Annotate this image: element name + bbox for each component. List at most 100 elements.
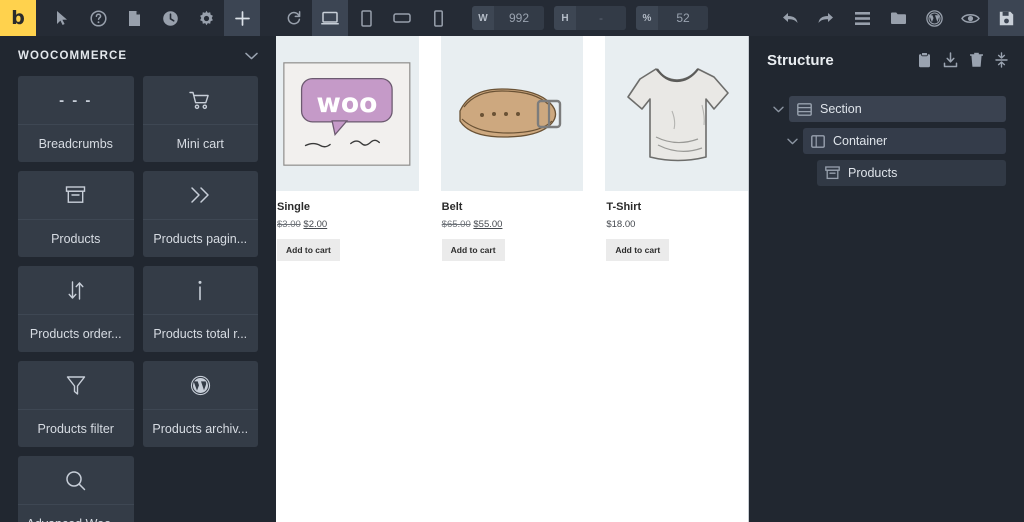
archive-box-icon bbox=[825, 166, 840, 180]
bricks-logo[interactable]: b bbox=[0, 0, 36, 36]
bricks-builder-app: b W 992 H - % 52 WOOCOMMERCE - - - Bread… bbox=[0, 0, 1024, 522]
product-price: $65.00 $55.00 bbox=[441, 219, 584, 230]
toolbar-divider bbox=[260, 0, 276, 36]
product-card[interactable]: Belt $65.00 $55.00 Add to cart bbox=[440, 36, 606, 261]
sidebar-item-products-ordering[interactable]: Products order... bbox=[18, 266, 134, 352]
add-to-cart-button[interactable]: Add to cart bbox=[277, 239, 340, 261]
wordpress-icon[interactable] bbox=[916, 0, 952, 36]
sidebar-item-label: Products bbox=[18, 219, 134, 257]
plus-icon[interactable] bbox=[224, 0, 260, 36]
device-tablet-portrait[interactable] bbox=[348, 0, 384, 36]
width-field-value[interactable]: 992 bbox=[494, 6, 544, 30]
tree-row: Products bbox=[795, 160, 1006, 186]
sidebar-item-advanced-woo-search[interactable]: Advanced Woo ... bbox=[18, 456, 134, 522]
sidebar-item-label: Mini cart bbox=[142, 124, 258, 162]
product-price-old: $3.00 bbox=[277, 219, 301, 230]
width-field[interactable]: W 992 bbox=[472, 6, 544, 30]
device-mobile[interactable] bbox=[420, 0, 456, 36]
product-price-new: $2.00 bbox=[303, 219, 328, 230]
cart-icon bbox=[143, 76, 259, 124]
sidebar-item-breadcrumbs[interactable]: - - - Breadcrumbs bbox=[18, 76, 134, 162]
zoom-field[interactable]: % 52 bbox=[636, 6, 708, 30]
elements-grid: - - - Breadcrumbs Mini cart Products Pro… bbox=[0, 76, 276, 522]
product-price-new: $55.00 bbox=[473, 219, 503, 230]
save-icon[interactable] bbox=[988, 0, 1024, 36]
products-element[interactable]: woo Single $3.00 $2.00 Add to cart Belt … bbox=[276, 36, 748, 261]
sidebar-item-products-pagination[interactable]: Products pagin... bbox=[142, 171, 259, 257]
funnel-icon bbox=[18, 361, 134, 409]
device-tablet-landscape[interactable] bbox=[384, 0, 420, 36]
add-to-cart-button[interactable]: Add to cart bbox=[606, 239, 670, 261]
product-price: $18.00 bbox=[605, 219, 748, 230]
toolbar-divider-2 bbox=[456, 0, 472, 36]
tree-item-label: Container bbox=[833, 134, 888, 148]
tree-item-container[interactable]: Container bbox=[803, 128, 1006, 154]
sidebar-item-products-archive[interactable]: Products archiv... bbox=[142, 361, 258, 447]
tree-row: Section bbox=[767, 96, 1006, 122]
sort-arrows-icon bbox=[18, 266, 134, 314]
download-icon[interactable] bbox=[943, 52, 958, 68]
sidebar-item-label: Breadcrumbs bbox=[18, 124, 134, 162]
tree-item-label: Section bbox=[820, 102, 862, 116]
sidebar-item-label: Advanced Woo ... bbox=[18, 504, 134, 522]
sidebar-item-label: Products filter bbox=[18, 409, 134, 447]
page-icon[interactable] bbox=[116, 0, 152, 36]
device-desktop[interactable] bbox=[312, 0, 348, 36]
elements-panel: WOOCOMMERCE - - - Breadcrumbs Mini cart bbox=[0, 36, 276, 522]
sidebar-item-label: Products archiv... bbox=[142, 409, 258, 447]
tree-item-label: Products bbox=[848, 166, 898, 180]
chevrons-right-icon bbox=[143, 171, 259, 219]
structure-tree: Section Container Products bbox=[749, 84, 1024, 186]
collapse-icon[interactable] bbox=[995, 52, 1008, 68]
gear-icon[interactable] bbox=[188, 0, 224, 36]
product-title[interactable]: Single bbox=[276, 201, 419, 213]
width-field-label: W bbox=[472, 6, 494, 30]
product-price-old: $65.00 bbox=[441, 219, 471, 230]
zoom-field-value[interactable]: 52 bbox=[658, 6, 708, 30]
sidebar-item-products[interactable]: Products bbox=[18, 171, 134, 257]
refresh-icon[interactable] bbox=[276, 0, 312, 36]
tree-item-section[interactable]: Section bbox=[789, 96, 1006, 122]
tshirt-illustration bbox=[605, 36, 748, 191]
height-field-label: H bbox=[554, 6, 576, 30]
paste-icon[interactable] bbox=[918, 52, 931, 68]
info-icon bbox=[143, 266, 259, 314]
toolbar-flex-spacer bbox=[718, 0, 772, 36]
redo-icon[interactable] bbox=[808, 0, 844, 36]
height-field[interactable]: H - bbox=[554, 6, 626, 30]
structure-actions bbox=[918, 52, 1008, 68]
tree-item-products[interactable]: Products bbox=[817, 160, 1006, 186]
elements-panel-header: WOOCOMMERCE bbox=[0, 36, 276, 76]
structure-icon[interactable] bbox=[844, 0, 880, 36]
product-card[interactable]: T-Shirt $18.00 Add to cart bbox=[605, 36, 748, 261]
chevron-down-icon[interactable] bbox=[245, 52, 258, 60]
zoom-field-label: % bbox=[636, 6, 658, 30]
chevron-down-icon[interactable] bbox=[767, 106, 789, 113]
sidebar-item-label: Products order... bbox=[18, 314, 134, 352]
chevron-down-icon[interactable] bbox=[781, 138, 803, 145]
archive-box-icon bbox=[18, 171, 134, 219]
cursor-icon[interactable] bbox=[44, 0, 80, 36]
structure-panel-header: Structure bbox=[749, 36, 1024, 84]
page-canvas[interactable]: woo Single $3.00 $2.00 Add to cart Belt … bbox=[276, 36, 749, 522]
section-icon bbox=[797, 102, 812, 116]
sidebar-item-label: Products pagin... bbox=[142, 219, 258, 257]
folder-icon[interactable] bbox=[880, 0, 916, 36]
height-field-value[interactable]: - bbox=[576, 6, 626, 30]
history-icon[interactable] bbox=[152, 0, 188, 36]
add-to-cart-button[interactable]: Add to cart bbox=[441, 239, 505, 261]
product-price: $3.00 $2.00 bbox=[276, 219, 419, 230]
search-icon bbox=[18, 456, 134, 504]
trash-icon[interactable] bbox=[970, 52, 983, 68]
product-card[interactable]: woo Single $3.00 $2.00 Add to cart bbox=[276, 36, 441, 261]
sidebar-item-mini-cart[interactable]: Mini cart bbox=[142, 76, 259, 162]
preview-eye-icon[interactable] bbox=[952, 0, 988, 36]
product-title[interactable]: Belt bbox=[441, 201, 584, 213]
sidebar-item-products-total-results[interactable]: Products total r... bbox=[142, 266, 259, 352]
product-title[interactable]: T-Shirt bbox=[605, 201, 748, 213]
sidebar-item-products-filter[interactable]: Products filter bbox=[18, 361, 134, 447]
tree-row: Container bbox=[781, 128, 1006, 154]
undo-icon[interactable] bbox=[772, 0, 808, 36]
help-icon[interactable] bbox=[80, 0, 116, 36]
